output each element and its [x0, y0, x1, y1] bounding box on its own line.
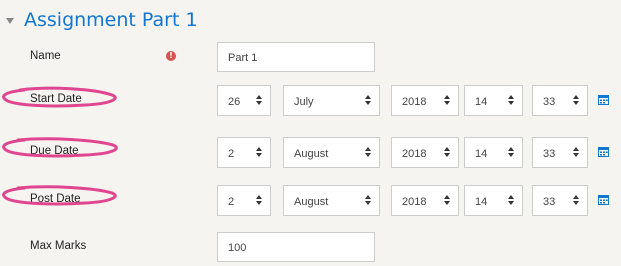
post-year-select[interactable]: 2018 [391, 185, 459, 216]
due-month-select[interactable]: August [283, 137, 380, 168]
post-date-row: Post Date 2 August 2018 14 33 [0, 185, 621, 217]
post-day-select[interactable]: 2 [217, 185, 271, 216]
start-month-value: July [294, 96, 314, 108]
post-hour-select[interactable]: 14 [464, 185, 523, 216]
due-day-select[interactable]: 2 [217, 137, 271, 168]
post-minute-select[interactable]: 33 [532, 185, 588, 216]
select-arrows-icon [573, 195, 579, 205]
start-month-select[interactable]: July [283, 85, 380, 116]
post-month-select[interactable]: August [283, 185, 380, 216]
due-month-value: August [294, 148, 329, 160]
select-arrows-icon [573, 95, 579, 105]
due-date-row: Due Date 2 August 2018 14 33 [0, 137, 621, 169]
post-hour-value: 14 [475, 196, 488, 208]
post-minute-value: 33 [543, 196, 556, 208]
max-marks-input[interactable]: 100 [217, 232, 375, 262]
select-arrows-icon [508, 195, 514, 205]
due-hour-select[interactable]: 14 [464, 137, 523, 168]
calendar-icon[interactable] [598, 94, 609, 105]
select-arrows-icon [365, 95, 371, 105]
due-minute-value: 33 [543, 148, 556, 160]
name-row: Name ! Part 1 [0, 42, 621, 74]
start-day-select[interactable]: 26 [217, 85, 271, 116]
start-date-label: Start Date [30, 93, 82, 105]
start-year-select[interactable]: 2018 [391, 85, 459, 116]
start-minute-select[interactable]: 33 [532, 85, 588, 116]
due-day-value: 2 [228, 148, 235, 160]
select-arrows-icon [365, 195, 371, 205]
start-minute-value: 33 [543, 96, 556, 108]
name-input[interactable]: Part 1 [217, 42, 375, 72]
name-label: Name [30, 50, 61, 62]
post-date-label: Post Date [30, 193, 81, 205]
select-arrows-icon [256, 95, 262, 105]
post-year-value: 2018 [402, 196, 427, 208]
select-arrows-icon [444, 147, 450, 157]
due-minute-select[interactable]: 33 [532, 137, 588, 168]
select-arrows-icon [256, 195, 262, 205]
post-month-value: August [294, 196, 329, 208]
post-day-value: 2 [228, 196, 235, 208]
due-year-select[interactable]: 2018 [391, 137, 459, 168]
select-arrows-icon [365, 147, 371, 157]
select-arrows-icon [573, 147, 579, 157]
select-arrows-icon [444, 95, 450, 105]
select-arrows-icon [508, 95, 514, 105]
start-hour-value: 14 [475, 96, 488, 108]
collapse-caret-icon[interactable] [6, 18, 14, 24]
calendar-icon[interactable] [598, 194, 609, 205]
due-hour-value: 14 [475, 148, 488, 160]
section-header[interactable]: Assignment Part 1 [6, 6, 198, 34]
max-marks-label: Max Marks [30, 240, 87, 252]
max-marks-row: Max Marks 100 [0, 232, 621, 264]
start-day-value: 26 [228, 96, 241, 108]
due-date-label: Due Date [30, 145, 79, 157]
due-year-value: 2018 [402, 148, 427, 160]
section-title: Assignment Part 1 [24, 9, 198, 31]
calendar-icon[interactable] [598, 146, 609, 157]
start-date-row: Start Date 26 July 2018 14 33 [0, 85, 621, 117]
select-arrows-icon [256, 147, 262, 157]
select-arrows-icon [508, 147, 514, 157]
start-hour-select[interactable]: 14 [464, 85, 523, 116]
exclamation-icon: ! [166, 51, 176, 61]
select-arrows-icon [444, 195, 450, 205]
start-year-value: 2018 [402, 96, 427, 108]
